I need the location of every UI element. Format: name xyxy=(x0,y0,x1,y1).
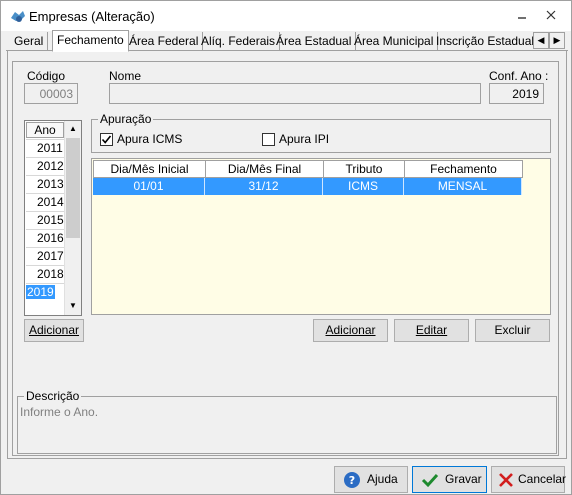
list-item[interactable]: 2014 xyxy=(26,193,64,211)
scroll-down-icon[interactable]: ▼ xyxy=(65,298,81,314)
descricao-title: Descrição xyxy=(24,389,82,403)
tab-aliq-federais[interactable]: Alíq. Federais xyxy=(197,32,281,51)
help-icon: ? xyxy=(344,472,360,488)
nome-field[interactable] xyxy=(109,83,481,104)
fechamento-grid[interactable]: Dia/Mês Inicial Dia/Mês Final Tributo Fe… xyxy=(91,158,551,315)
svg-text:?: ? xyxy=(349,474,355,487)
descricao-text: Informe o Ano. xyxy=(20,405,99,419)
cancel-x-icon xyxy=(499,473,513,487)
codigo-field[interactable]: 00003 xyxy=(24,83,78,104)
grid-edit-button[interactable]: Editar xyxy=(394,319,469,342)
tab-area-municipal[interactable]: Área Municipal xyxy=(350,32,439,51)
selected-year: 2019 xyxy=(26,285,55,299)
ano-header: Ano xyxy=(26,122,64,138)
scroll-thumb[interactable] xyxy=(66,138,80,238)
minimize-icon[interactable] xyxy=(514,8,530,24)
tab-area-federal[interactable]: Área Federal xyxy=(125,32,204,51)
app-icon xyxy=(11,11,25,22)
list-item[interactable]: 2017 xyxy=(26,247,64,265)
apuracao-group: Apuração Apura ICMS Apura IPI xyxy=(91,112,551,153)
tab-scroll-left-icon[interactable]: ◀ xyxy=(533,32,549,49)
table-cell[interactable]: 01/01 xyxy=(93,178,205,195)
checkmark-icon xyxy=(421,473,439,488)
tab-area-estadual[interactable]: Área Estadual xyxy=(272,32,357,51)
save-button[interactable]: Gravar xyxy=(412,466,487,493)
help-label: Ajuda xyxy=(367,472,398,486)
grid-delete-button[interactable]: Excluir xyxy=(475,319,550,342)
apura-ipi-checkbox[interactable] xyxy=(262,133,275,146)
list-item[interactable]: 2013 xyxy=(26,175,64,193)
list-item[interactable]: 2016 xyxy=(26,229,64,247)
grid-edit-label: Editar xyxy=(415,323,448,337)
grid-add-button[interactable]: Adicionar xyxy=(313,319,388,342)
column-header[interactable]: Dia/Mês Final xyxy=(205,160,324,178)
list-item-selected[interactable]: 2019 xyxy=(26,283,64,301)
column-header[interactable]: Fechamento xyxy=(404,160,523,178)
tab-geral[interactable]: Geral xyxy=(10,32,49,51)
grid-delete-label: Excluir xyxy=(494,323,531,337)
help-button[interactable]: ? Ajuda xyxy=(334,466,408,493)
conf-ano-field[interactable]: 2019 xyxy=(489,83,544,104)
window-title: Empresas (Alteração) xyxy=(29,9,155,24)
ano-scrollbar[interactable]: ▲ ▼ xyxy=(64,121,81,315)
list-item[interactable]: 2011 xyxy=(26,139,64,157)
grid-add-label: Adicionar xyxy=(325,323,376,337)
tab-scroll-right-icon[interactable]: ▶ xyxy=(549,32,565,49)
apura-icms-label: Apura ICMS xyxy=(117,132,183,146)
conf-ano-label: Conf. Ano : xyxy=(489,69,549,83)
tab-fechamento[interactable]: Fechamento xyxy=(52,30,129,52)
table-cell[interactable]: MENSAL xyxy=(404,178,522,195)
table-cell[interactable]: 31/12 xyxy=(205,178,323,195)
apuracao-title: Apuração xyxy=(98,112,154,126)
empresas-window: Empresas (Alteração) Geral Fechamento Ár… xyxy=(0,0,572,495)
save-label: Gravar xyxy=(445,472,482,486)
column-header[interactable]: Tributo xyxy=(323,160,405,178)
list-item[interactable]: 2018 xyxy=(26,265,64,283)
close-icon[interactable] xyxy=(543,8,559,24)
tab-strip: Geral Fechamento Área Federal Alíq. Fede… xyxy=(6,30,568,52)
title-bar: Empresas (Alteração) xyxy=(1,1,571,31)
tab-inscricao-estadual[interactable]: Inscrição Estadual S xyxy=(432,32,536,51)
list-item[interactable]: 2015 xyxy=(26,211,64,229)
ano-listbox[interactable]: Ano 2011 2012 2013 2014 2015 2016 2017 2… xyxy=(24,120,82,316)
apura-icms-checkbox[interactable] xyxy=(100,133,113,146)
table-cell[interactable]: ICMS xyxy=(323,178,404,195)
cancel-button[interactable]: Cancelar xyxy=(491,466,567,493)
add-year-label: Adicionar xyxy=(28,323,80,337)
nome-label: Nome xyxy=(109,69,142,83)
descricao-box: Descrição Informe o Ano. xyxy=(17,389,557,454)
scroll-up-icon[interactable]: ▲ xyxy=(65,121,81,137)
apura-ipi-label: Apura IPI xyxy=(279,132,330,146)
codigo-label: Código xyxy=(27,69,66,83)
cancel-label: Cancelar xyxy=(518,472,567,486)
add-year-button[interactable]: Adicionar xyxy=(24,319,84,342)
list-item[interactable]: 2012 xyxy=(26,157,64,175)
column-header[interactable]: Dia/Mês Inicial xyxy=(93,160,206,178)
